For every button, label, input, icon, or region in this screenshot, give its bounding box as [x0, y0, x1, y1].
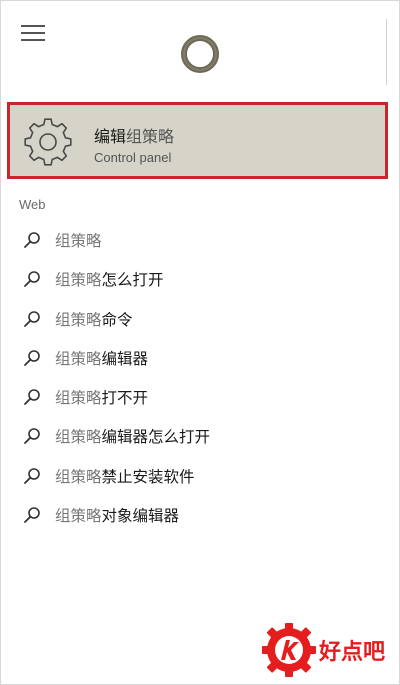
web-result-label: 组策略编辑器怎么打开 [55, 425, 210, 447]
search-icon [24, 467, 40, 484]
web-result-item[interactable]: 组策略 [1, 220, 386, 259]
best-match-subtitle: Control panel [94, 150, 172, 165]
web-result-suffix: 怎么打开 [101, 271, 164, 290]
web-result-item[interactable]: 组策略编辑器 [1, 338, 386, 377]
web-result-item[interactable]: 组策略禁止安装软件 [1, 456, 386, 495]
web-result-item[interactable]: 组策略对象编辑器 [1, 495, 386, 534]
web-result-label: 组策略禁止安装软件 [55, 465, 195, 487]
web-result-label: 组策略 [55, 229, 102, 251]
hamburger-menu-icon[interactable] [21, 25, 45, 41]
web-result-item[interactable]: 组策略编辑器怎么打开 [1, 416, 386, 455]
watermark-text: 好点吧 [319, 640, 386, 665]
web-result-suffix: 禁止安装软件 [101, 467, 195, 486]
web-section-label: Web [19, 197, 46, 212]
haodianba-logo-icon [262, 623, 316, 677]
web-result-item[interactable]: 组策略命令 [1, 299, 386, 338]
web-result-suffix: 对象编辑器 [101, 507, 180, 526]
web-result-label: 组策略命令 [55, 308, 133, 330]
gear-icon [24, 118, 72, 166]
web-result-label: 组策略编辑器 [55, 347, 148, 369]
search-icon [24, 507, 40, 523]
web-result-suffix: 编辑器 [101, 349, 149, 368]
web-result-query: 组策略 [55, 507, 102, 526]
web-result-query: 组策略 [55, 467, 102, 486]
web-result-label: 组策略怎么打开 [55, 268, 164, 290]
web-result-suffix: 打不开 [101, 389, 149, 408]
web-result-query: 组策略 [55, 232, 102, 250]
best-match-title: 编辑组策略 [94, 123, 174, 147]
best-match-edit-group-policy[interactable]: 编辑组策略 Control panel [7, 102, 388, 179]
watermark: 好点吧 [261, 622, 395, 678]
web-result-query: 组策略 [55, 349, 102, 368]
web-results-list: 组策略 组策略怎么打开 组策略命令 组策略编辑器 组策略打不开 组策略编辑器怎么… [1, 220, 386, 534]
search-icon [24, 428, 40, 445]
search-icon [24, 350, 40, 366]
search-icon [24, 310, 40, 327]
web-result-suffix: 编辑器怎么打开 [101, 428, 211, 447]
scrollbar-divider [386, 19, 387, 85]
search-icon [24, 389, 40, 406]
start-search-panel: 编辑组策略 Control panel Web 组策略 组策略怎么打开 组策略命… [0, 0, 400, 685]
best-match-title-rest: 组策略 [126, 127, 175, 146]
web-result-label: 组策略打不开 [55, 386, 148, 408]
best-match-title-bold: 编辑 [94, 127, 127, 146]
web-result-query: 组策略 [55, 389, 102, 408]
search-icon [24, 232, 40, 248]
web-result-item[interactable]: 组策略怎么打开 [1, 259, 386, 298]
cortana-ring-icon[interactable] [179, 33, 221, 75]
search-icon [24, 271, 40, 288]
web-result-query: 组策略 [55, 310, 102, 329]
web-result-item[interactable]: 组策略打不开 [1, 377, 386, 416]
web-result-label: 组策略对象编辑器 [55, 504, 179, 526]
web-result-suffix: 命令 [101, 310, 133, 329]
web-result-query: 组策略 [55, 428, 102, 447]
web-result-query: 组策略 [55, 271, 102, 290]
